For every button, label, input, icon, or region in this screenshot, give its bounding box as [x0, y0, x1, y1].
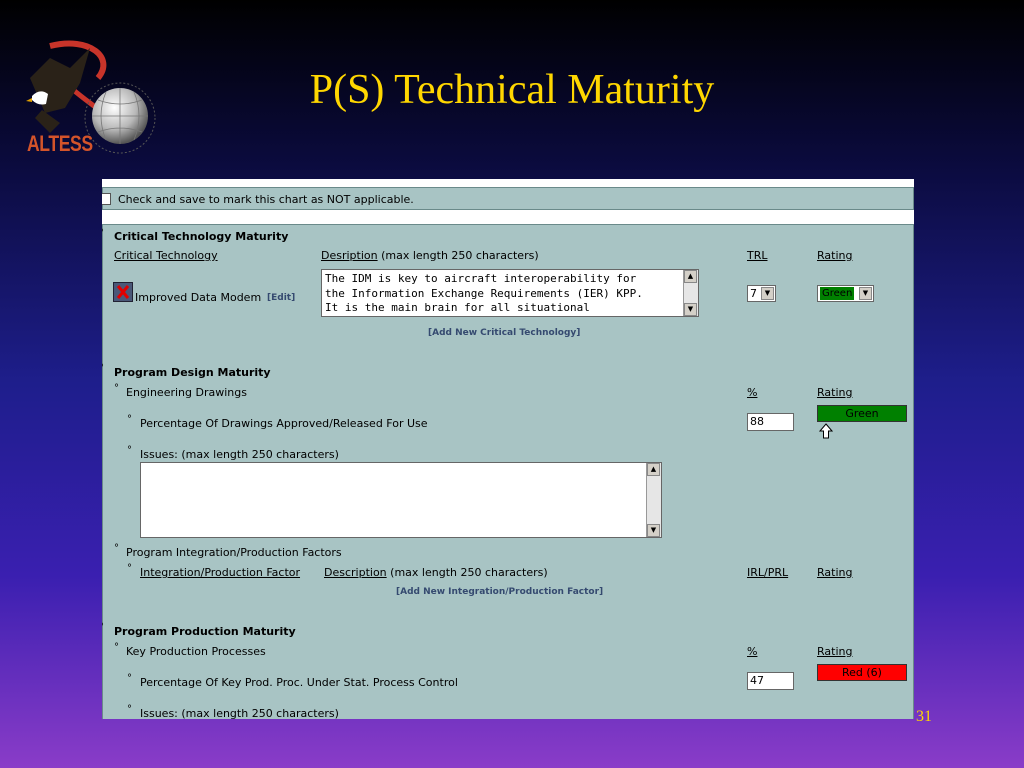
- critical-item-name: Improved Data Modem: [135, 291, 262, 304]
- drawings-issues-textarea[interactable]: ▲ ▼: [140, 462, 662, 538]
- production-heading: Program Production Maturity: [114, 625, 296, 638]
- textarea-scrollbar[interactable]: ▲ ▼: [646, 463, 661, 537]
- drawings-rating-badge: Green: [817, 405, 907, 422]
- design-subheading: Engineering Drawings: [126, 386, 247, 399]
- design-heading: Program Design Maturity: [114, 366, 271, 379]
- drawings-percent-input[interactable]: 88: [747, 413, 794, 431]
- bullet-icon: °: [127, 673, 132, 684]
- critical-rating-value: Green: [820, 287, 855, 300]
- col-integration-factor[interactable]: Integration/Production Factor: [140, 566, 300, 579]
- scroll-down-icon[interactable]: ▼: [684, 303, 697, 316]
- drawings-metric-label: Percentage Of Drawings Approved/Released…: [140, 417, 428, 430]
- production-subheading: Key Production Processes: [126, 645, 266, 658]
- bullet-icon: °: [127, 563, 132, 574]
- logo-text: ALTESS: [27, 131, 93, 156]
- production-rating-badge: Red (6): [817, 664, 907, 681]
- col-rating[interactable]: Rating: [817, 386, 852, 399]
- slide-title: P(S) Technical Maturity: [309, 67, 715, 113]
- textarea-scrollbar[interactable]: ▲ ▼: [683, 270, 698, 316]
- col-rating[interactable]: Rating: [817, 249, 852, 262]
- scroll-down-icon[interactable]: ▼: [647, 524, 660, 537]
- col-irl-prl[interactable]: IRL/PRL: [747, 566, 788, 579]
- col-integration-description-header: Description (max length 250 characters): [324, 566, 548, 579]
- add-integration-factor-link[interactable]: [Add New Integration/Production Factor]: [396, 587, 603, 597]
- bullet-icon: °: [114, 543, 119, 554]
- bullet-icon: °: [102, 228, 104, 239]
- bullet-icon: °: [127, 414, 132, 425]
- col-description-link[interactable]: Desription: [321, 249, 378, 262]
- bullet-icon: °: [102, 363, 104, 374]
- drawings-issues-label: Issues: (max length 250 characters): [140, 448, 339, 461]
- critical-heading: Critical Technology Maturity: [114, 230, 289, 243]
- col-percent[interactable]: %: [747, 386, 757, 399]
- bullet-icon: °: [127, 704, 132, 715]
- col-critical-technology[interactable]: Critical Technology: [114, 249, 218, 262]
- production-metric-label: Percentage Of Key Prod. Proc. Under Stat…: [140, 676, 458, 689]
- col-description-header: Desription (max length 250 characters): [321, 249, 539, 262]
- bullet-icon: °: [114, 383, 119, 394]
- col-integration-description-link[interactable]: Description: [324, 566, 387, 579]
- page-number: 31: [916, 708, 932, 725]
- critical-description-text: The IDM is key to aircraft interoperabil…: [325, 272, 643, 314]
- critical-description-textarea[interactable]: The IDM is key to aircraft interoperabil…: [321, 269, 699, 317]
- col-description-note: (max length 250 characters): [381, 249, 539, 262]
- col-rating[interactable]: Rating: [817, 645, 852, 658]
- col-integration-description-note: (max length 250 characters): [390, 566, 548, 579]
- form-screen: Check and save to mark this chart as NOT…: [102, 179, 914, 719]
- edit-link[interactable]: [Edit]: [267, 293, 295, 303]
- trl-select[interactable]: 7 ▼: [747, 285, 776, 302]
- chevron-down-icon[interactable]: ▼: [761, 287, 774, 300]
- critical-rating-select[interactable]: Green ▼: [817, 285, 874, 302]
- scroll-up-icon[interactable]: ▲: [684, 270, 697, 283]
- not-applicable-checkbox[interactable]: [102, 193, 111, 205]
- up-arrow-icon: [819, 423, 833, 439]
- col-trl[interactable]: TRL: [747, 249, 768, 262]
- col-rating[interactable]: Rating: [817, 566, 852, 579]
- bullet-icon: °: [114, 642, 119, 653]
- integration-heading: Program Integration/Production Factors: [126, 546, 342, 559]
- bullet-icon: °: [102, 622, 104, 633]
- not-applicable-bar: Check and save to mark this chart as NOT…: [102, 187, 914, 210]
- add-critical-technology-link[interactable]: [Add New Critical Technology]: [428, 328, 580, 338]
- chevron-down-icon[interactable]: ▼: [859, 287, 872, 300]
- production-issues-label: Issues: (max length 250 characters): [140, 707, 339, 719]
- trl-value: 7: [750, 287, 757, 300]
- bullet-icon: °: [127, 445, 132, 456]
- maturity-panel: ° Critical Technology Maturity Critical …: [102, 224, 914, 719]
- col-percent[interactable]: %: [747, 645, 757, 658]
- production-percent-input[interactable]: 47: [747, 672, 794, 690]
- scroll-up-icon[interactable]: ▲: [647, 463, 660, 476]
- not-applicable-label: Check and save to mark this chart as NOT…: [118, 193, 414, 206]
- delete-x-icon[interactable]: [113, 282, 133, 302]
